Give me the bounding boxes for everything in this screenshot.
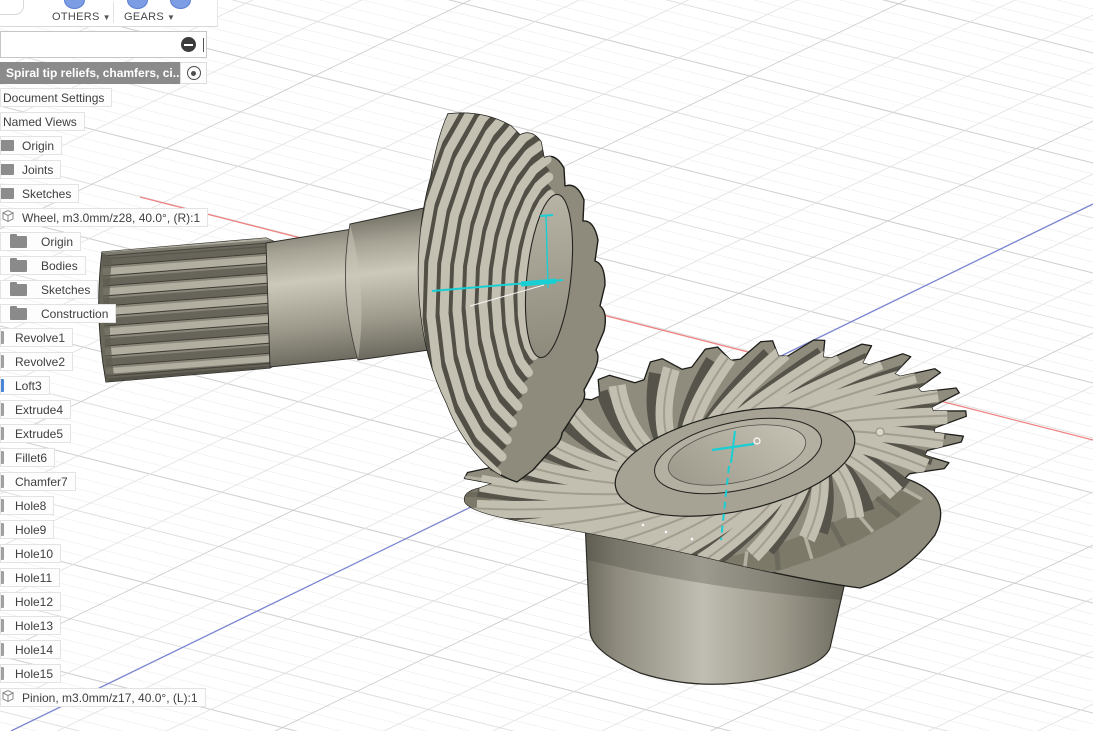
- feature-icon: [1, 379, 4, 392]
- browser-item-label: Document Settings: [3, 90, 105, 105]
- browser-item-revolve1[interactable]: Revolve1: [0, 328, 74, 347]
- browser-item-label: Sketches: [22, 186, 72, 201]
- folder-icon: [1, 164, 14, 175]
- browser-item-wheel-m3-0mm-z28-40-0-r-1[interactable]: Wheel, m3.0mm/z28, 40.0°, (R):1: [0, 208, 209, 227]
- browser-item-hole14[interactable]: Hole14: [0, 640, 62, 659]
- toolbar: OTHERS ▼ GEARS ▼: [0, 0, 218, 27]
- browser-item-fillet6[interactable]: Fillet6: [0, 448, 56, 467]
- browser-item-extrude4[interactable]: Extrude4: [0, 400, 72, 419]
- browser-item-label: Extrude4: [15, 402, 64, 417]
- chevron-down-icon: ▼: [102, 13, 111, 22]
- browser-item-bodies[interactable]: Bodies: [0, 256, 86, 275]
- feature-icon: [1, 499, 4, 512]
- feature-icon: [1, 523, 4, 536]
- feature-icon: [1, 427, 4, 440]
- browser-item-label: Hole9: [15, 522, 47, 537]
- browser-item-document-settings[interactable]: Document Settings: [0, 88, 113, 107]
- folder-icon: [10, 281, 27, 296]
- feature-icon: [1, 547, 4, 560]
- tab-gears[interactable]: GEARS ▼: [124, 11, 175, 23]
- feature-icon: [1, 571, 4, 584]
- browser-item-label: Hole15: [15, 666, 54, 681]
- browser-item-label: Named Views: [3, 114, 77, 129]
- pinion-gear-body[interactable]: [98, 27, 607, 516]
- browser-item-loft3[interactable]: Loft3: [0, 376, 50, 395]
- browser-item-named-views[interactable]: Named Views: [0, 112, 85, 131]
- browser-item-label: Hole8: [15, 498, 47, 513]
- minus-circle-icon[interactable]: [181, 37, 196, 52]
- component-cube-icon: [1, 689, 22, 706]
- browser-item-joints[interactable]: Joints: [0, 160, 62, 179]
- feature-icon: [1, 595, 4, 608]
- browser-item-revolve2[interactable]: Revolve2: [0, 352, 74, 371]
- folder-icon: [10, 233, 27, 248]
- browser-item-construction[interactable]: Construction: [0, 304, 117, 323]
- browser-item-label: Revolve2: [15, 354, 66, 369]
- browser-root-component[interactable]: Spiral tip reliefs, chamfers, ci...: [0, 62, 191, 84]
- browser-item-sketches[interactable]: Sketches: [0, 280, 99, 299]
- toolbar-tool-icon[interactable]: [64, 0, 85, 9]
- browser-item-hole9[interactable]: Hole9: [0, 520, 55, 539]
- tab-others-label: OTHERS: [52, 11, 100, 23]
- feature-icon: [1, 451, 4, 464]
- activate-component-radio[interactable]: [180, 62, 207, 84]
- radio-selected-icon: [186, 66, 201, 80]
- browser-item-label: Hole12: [15, 594, 54, 609]
- browser-item-label: Origin: [41, 234, 74, 249]
- browser-item-label: Hole13: [15, 618, 54, 633]
- browser-item-label: Sketches: [41, 282, 91, 297]
- feature-icon: [1, 667, 4, 680]
- browser-item-label: Chamfer7: [15, 474, 68, 489]
- feature-icon: [1, 643, 4, 656]
- feature-icon: [1, 403, 4, 416]
- browser-item-hole10[interactable]: Hole10: [0, 544, 62, 563]
- browser-item-sketches[interactable]: Sketches: [0, 184, 80, 203]
- browser-item-hole12[interactable]: Hole12: [0, 592, 62, 611]
- browser-search-input[interactable]: [0, 31, 207, 58]
- browser-item-hole8[interactable]: Hole8: [0, 496, 55, 515]
- browser-item-extrude5[interactable]: Extrude5: [0, 424, 72, 443]
- browser-item-label: Origin: [22, 138, 55, 153]
- app-window: OTHERS ▼ GEARS ▼ Spiral tip reliefs, chamf…: [0, 0, 1093, 731]
- tab-gears-label: GEARS: [124, 11, 165, 23]
- browser-item-label: Extrude5: [15, 426, 64, 441]
- viewport-3d[interactable]: [0, 0, 1093, 731]
- tab-others[interactable]: OTHERS ▼: [52, 11, 111, 23]
- pinion-shaft: [265, 228, 359, 368]
- feature-icon: [1, 355, 4, 368]
- browser-item-label: Joints: [22, 162, 54, 177]
- browser-item-hole13[interactable]: Hole13: [0, 616, 62, 635]
- feature-icon: [1, 619, 4, 632]
- feature-icon: [1, 331, 4, 344]
- text-cursor: [203, 38, 204, 52]
- folder-icon: [1, 188, 14, 199]
- toolbar-corner-panel: [0, 0, 24, 15]
- browser-item-label: Construction: [41, 306, 109, 321]
- browser-item-label: Loft3: [15, 378, 42, 393]
- browser-item-label: Bodies: [41, 258, 78, 273]
- toolbar-tool-icon[interactable]: [127, 0, 148, 9]
- toolbar-divider: [113, 2, 114, 23]
- browser-item-label: Hole11: [15, 570, 53, 585]
- browser-item-label: Wheel, m3.0mm/z28, 40.0°, (R):1: [22, 210, 201, 225]
- browser-item-hole15[interactable]: Hole15: [0, 664, 62, 683]
- folder-icon: [10, 305, 27, 320]
- browser-item-pinion-m3-0mm-z17-40-0-l-1[interactable]: Pinion, m3.0mm/z17, 40.0°, (L):1: [0, 688, 206, 707]
- folder-icon: [10, 257, 27, 272]
- browser-item-origin[interactable]: Origin: [0, 136, 63, 155]
- component-cube-icon: [1, 209, 22, 226]
- browser-item-hole11[interactable]: Hole11: [0, 568, 61, 587]
- browser-item-chamfer7[interactable]: Chamfer7: [0, 472, 76, 491]
- browser-item-label: Hole10: [15, 546, 54, 561]
- toolbar-tool-icon[interactable]: [170, 0, 191, 9]
- feature-icon: [1, 475, 4, 488]
- browser-item-label: Pinion, m3.0mm/z17, 40.0°, (L):1: [22, 690, 198, 705]
- browser-item-origin[interactable]: Origin: [0, 232, 82, 251]
- folder-icon: [1, 140, 14, 151]
- browser-item-label: Fillet6: [15, 450, 48, 465]
- chevron-down-icon: ▼: [167, 13, 176, 22]
- browser-item-label: Revolve1: [15, 330, 66, 345]
- browser-item-label: Hole14: [15, 642, 54, 657]
